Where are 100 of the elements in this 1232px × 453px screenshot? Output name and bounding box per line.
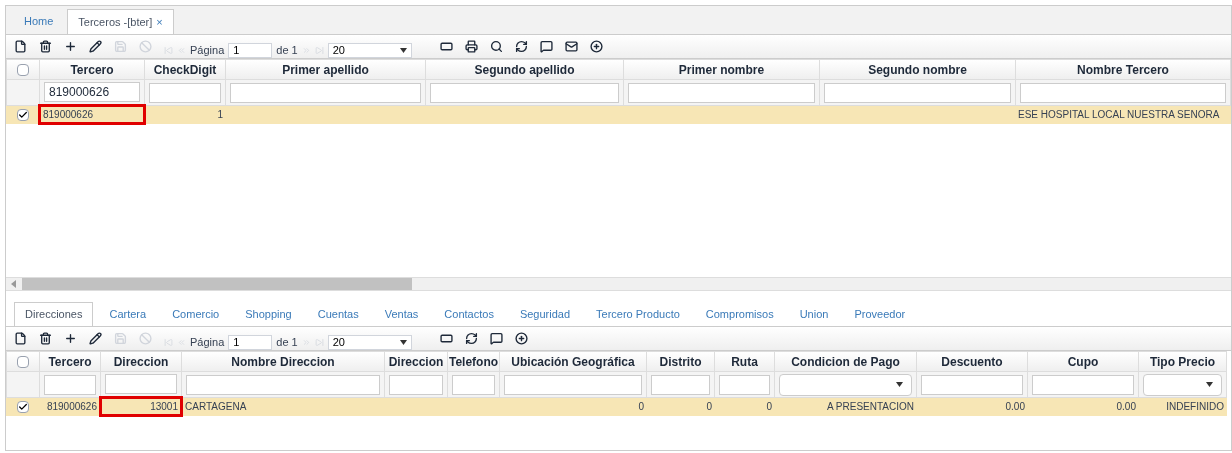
column-header[interactable]: Condicion de Pago — [774, 351, 917, 372]
tab[interactable]: Cartera — [99, 302, 157, 326]
page-size-select[interactable]: 20 — [327, 43, 412, 58]
select-all-checkbox[interactable] — [17, 355, 29, 368]
filter-field[interactable] — [921, 374, 1023, 395]
page-size-select[interactable]: 20 — [327, 335, 412, 350]
column-header[interactable]: Nombre Direccion — [181, 351, 385, 372]
column-header[interactable]: Ubicación Geográfica — [499, 351, 647, 372]
tab[interactable]: Contactos — [434, 302, 504, 326]
column-header[interactable]: Nombre Tercero — [1015, 59, 1231, 80]
column-header[interactable]: CheckDigit — [144, 59, 226, 80]
filter-field[interactable] — [651, 374, 710, 395]
column-header[interactable]: Tercero — [39, 59, 145, 80]
caret-icon — [399, 340, 407, 345]
column-header[interactable]: Segundo nombre — [819, 59, 1016, 80]
tab[interactable]: Compromisos — [695, 302, 784, 326]
rectangle-icon[interactable] — [439, 40, 453, 53]
filter-field[interactable]: 819000626 — [44, 82, 140, 102]
search-icon[interactable] — [489, 40, 503, 53]
filter-field[interactable] — [1032, 374, 1134, 395]
filter-field[interactable] — [628, 82, 815, 103]
column-header[interactable]: Tercero — [39, 351, 101, 372]
row-checkbox[interactable] — [17, 400, 29, 413]
mail-icon[interactable] — [564, 40, 578, 53]
column-header[interactable]: Tipo Precio — [1138, 351, 1227, 372]
edit-icon[interactable] — [89, 332, 102, 345]
page-input[interactable]: 1 — [228, 335, 273, 350]
table-cell: 0.00 — [1027, 397, 1139, 416]
add-circle-icon[interactable] — [589, 40, 603, 53]
edit-icon[interactable] — [89, 40, 102, 53]
add-circle-icon[interactable] — [514, 332, 528, 345]
column-header[interactable]: Cupo — [1027, 351, 1139, 372]
rectangle-icon[interactable] — [439, 332, 453, 345]
table-cell: 0.00 — [916, 397, 1028, 416]
add-icon[interactable] — [64, 40, 77, 53]
tab[interactable]: Seguridad — [509, 302, 581, 326]
tab[interactable]: Terceros -[bter] × — [67, 9, 174, 34]
cancel-icon[interactable] — [139, 40, 152, 53]
next-page-icon[interactable] — [301, 338, 311, 347]
filter-field[interactable] — [504, 374, 642, 395]
refresh-icon[interactable] — [464, 332, 478, 345]
next-page-icon[interactable] — [301, 46, 311, 55]
filter-field[interactable] — [389, 374, 443, 395]
filter-field[interactable] — [824, 82, 1011, 103]
print-icon[interactable] — [464, 40, 478, 53]
tab[interactable]: Shopping — [235, 302, 302, 326]
save-icon[interactable] — [114, 40, 127, 53]
filter-field[interactable] — [149, 82, 221, 103]
filter-select[interactable] — [779, 373, 912, 396]
filter-field[interactable] — [230, 82, 421, 103]
cancel-icon[interactable] — [139, 332, 152, 345]
tab[interactable]: Ventas — [374, 302, 429, 326]
column-header[interactable]: Direccion — [384, 351, 448, 372]
table-cell: CARTAGENA — [181, 397, 385, 416]
tab[interactable]: Cuentas — [307, 302, 369, 326]
comment-icon[interactable] — [489, 332, 503, 345]
filter-field[interactable] — [105, 374, 177, 394]
tab[interactable]: Direcciones — [14, 302, 94, 326]
filter-select[interactable] — [1143, 373, 1222, 396]
tab[interactable]: Union — [789, 302, 839, 326]
filter-field[interactable] — [186, 374, 380, 395]
first-page-icon[interactable] — [164, 338, 173, 347]
new-document-icon[interactable] — [14, 332, 27, 345]
refresh-icon[interactable] — [514, 40, 528, 53]
last-page-icon[interactable] — [314, 46, 324, 55]
column-header[interactable]: Primer nombre — [623, 59, 820, 80]
page-input[interactable]: 1 — [228, 43, 273, 58]
delete-icon[interactable] — [39, 40, 52, 53]
comment-icon[interactable] — [539, 40, 553, 53]
row-checkbox[interactable] — [16, 108, 29, 121]
column-header[interactable]: Direccion — [100, 351, 182, 372]
previous-page-icon[interactable] — [177, 46, 186, 55]
filter-field[interactable] — [719, 374, 770, 395]
last-page-icon[interactable] — [314, 338, 324, 347]
tab[interactable]: Home — [14, 9, 64, 34]
table-cell: 819000626 — [39, 105, 145, 124]
close-tab-button[interactable]: × — [156, 13, 163, 31]
new-document-icon[interactable] — [14, 40, 27, 53]
select-all-checkbox[interactable] — [17, 63, 29, 76]
tab[interactable]: Proveedor — [844, 302, 916, 326]
column-header[interactable]: Distrito — [646, 351, 715, 372]
filter-field[interactable] — [430, 82, 619, 103]
add-icon[interactable] — [64, 332, 77, 345]
column-header[interactable]: Segundo apellido — [425, 59, 624, 80]
column-header[interactable]: Telefono — [447, 351, 500, 372]
table-cell: ESE HOSPITAL LOCAL NUESTRA SENORA — [1015, 105, 1231, 124]
tab[interactable]: Tercero Producto — [586, 302, 690, 326]
column-header[interactable]: Primer apellido — [225, 59, 426, 80]
column-header[interactable]: Ruta — [714, 351, 775, 372]
table-cell: 0 — [714, 397, 775, 416]
previous-page-icon[interactable] — [177, 338, 186, 347]
filter-field[interactable] — [452, 374, 495, 395]
first-page-icon[interactable] — [164, 46, 173, 55]
filter-field[interactable] — [44, 374, 96, 395]
delete-icon[interactable] — [39, 332, 52, 345]
horizontal-scrollbar[interactable] — [22, 278, 412, 290]
filter-field[interactable] — [1020, 82, 1226, 103]
save-icon[interactable] — [114, 332, 127, 345]
tab[interactable]: Comercio — [162, 302, 230, 326]
column-header[interactable]: Descuento — [916, 351, 1028, 372]
